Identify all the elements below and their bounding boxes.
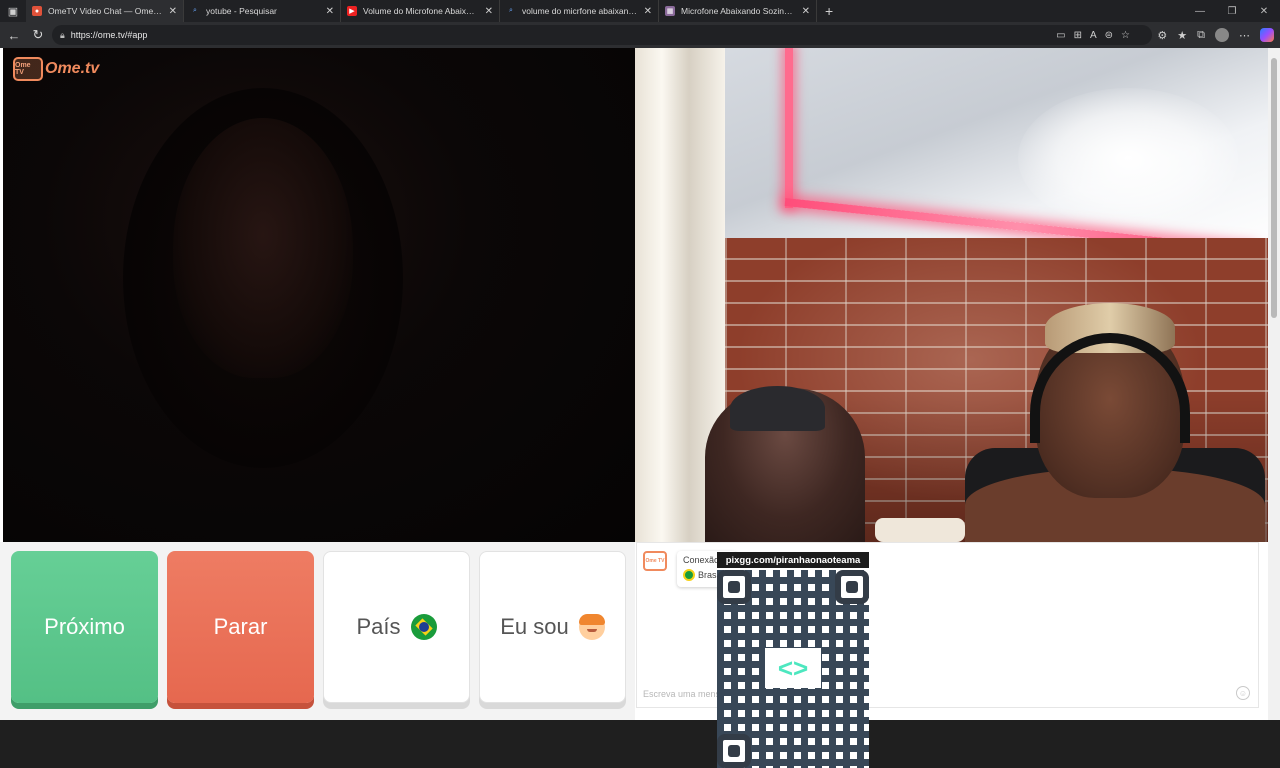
tab-title: volume do micrfone abaixando s xyxy=(522,6,638,16)
copilot-icon[interactable] xyxy=(1260,28,1274,42)
brazil-flag-icon xyxy=(683,569,695,581)
tab-title: yotube - Pesquisar xyxy=(206,6,277,16)
address-bar[interactable]: 🔒︎ https://ome.tv/#app xyxy=(52,25,1152,45)
close-tab-icon[interactable]: ✕ xyxy=(326,6,334,17)
tab-youtube-video[interactable]: ▶ Volume do Microfone Abaixando ✕ xyxy=(341,0,500,22)
lock-icon: 🔒︎ xyxy=(60,29,65,40)
qr-finder xyxy=(717,570,751,604)
control-panel: Próximo Parar País Eu sou xyxy=(0,542,635,720)
read-aloud-icon[interactable]: A xyxy=(1090,30,1097,41)
next-button-label: Próximo xyxy=(44,614,125,639)
chat-ometv-icon: Ome TV xyxy=(643,551,667,571)
self-video xyxy=(635,48,1268,542)
tab-search-youtube[interactable]: ⌕ yotube - Pesquisar ✕ xyxy=(184,0,341,22)
tab-bar: ▣ ● OmeTV Video Chat — Omegle ✕ ⌕ yotube… xyxy=(0,0,1280,22)
close-window-icon[interactable]: ✕ xyxy=(1248,0,1280,22)
pixgg-logo-icon: <> xyxy=(765,648,821,688)
ometv-logo[interactable]: Ome TV Ome.tv xyxy=(13,57,99,81)
emoji-icon[interactable]: ☺ xyxy=(1236,686,1250,700)
led-strip-vertical xyxy=(785,48,793,208)
youtube-favicon-icon: ▶ xyxy=(347,6,357,16)
more-menu-icon[interactable]: ⋯ xyxy=(1239,29,1250,42)
extensions-icon[interactable]: ⚙ xyxy=(1157,29,1167,42)
address-bar-actions: ▭ ⊞ A ⊜ ☆ xyxy=(1056,25,1130,45)
close-tab-icon[interactable]: ✕ xyxy=(485,6,493,17)
page-scrollbar[interactable] xyxy=(1268,48,1280,720)
country-button-label: País xyxy=(356,614,401,639)
qr-code-label: pixgg.com/piranhaonaoteama xyxy=(717,552,869,568)
favorite-star-icon[interactable]: ☆ xyxy=(1121,30,1130,41)
camera-permission-icon[interactable]: ▭ xyxy=(1056,30,1065,41)
tab-actions-icon[interactable]: ▣ xyxy=(0,0,26,22)
app-available-icon[interactable]: ⊞ xyxy=(1074,30,1082,41)
boy-icon xyxy=(578,614,605,640)
translate-icon[interactable]: ⊜ xyxy=(1105,30,1113,41)
tab-title: Microfone Abaixando Sozinho (S xyxy=(681,6,796,16)
qr-finder xyxy=(717,734,751,768)
ometv-page: Ome TV Ome.tv Próximo Parar País Eu sou … xyxy=(0,48,1268,768)
partner-face xyxy=(173,118,353,378)
favorites-icon[interactable]: ★ xyxy=(1177,29,1187,42)
address-bar-row: ← ↻ 🔒︎ https://ome.tv/#app ▭ ⊞ A ⊜ ☆ ⚙ ★… xyxy=(0,22,1280,48)
tab-microphone-article[interactable]: ▦ Microfone Abaixando Sozinho (S ✕ xyxy=(659,0,817,22)
window-controls: — ❐ ✕ xyxy=(1184,0,1280,22)
close-tab-icon[interactable]: ✕ xyxy=(644,6,652,17)
ceiling-light xyxy=(1018,88,1238,228)
gender-button[interactable]: Eu sou xyxy=(479,551,626,703)
profile-avatar[interactable] xyxy=(1215,28,1229,42)
partner-video: Ome TV Ome.tv xyxy=(3,48,635,542)
gender-button-label: Eu sou xyxy=(500,614,569,639)
url-text: https://ome.tv/#app xyxy=(70,30,148,40)
new-tab-button[interactable]: + xyxy=(817,3,841,19)
stop-button[interactable]: Parar xyxy=(167,551,314,703)
stop-button-label: Parar xyxy=(213,614,268,639)
back-icon[interactable]: ← xyxy=(2,23,26,47)
pillow xyxy=(875,518,965,542)
qr-finder xyxy=(835,570,869,604)
ometv-logo-text: Ome.tv xyxy=(45,60,100,77)
scrollbar-thumb[interactable] xyxy=(1271,58,1277,318)
close-tab-icon[interactable]: ✕ xyxy=(802,6,810,17)
brazil-flag-icon xyxy=(410,614,437,640)
search-favicon-icon: ⌕ xyxy=(509,7,513,14)
search-favicon-icon: ⌕ xyxy=(193,7,197,14)
close-tab-icon[interactable]: ✕ xyxy=(169,6,177,17)
cap xyxy=(730,386,825,431)
next-button[interactable]: Próximo xyxy=(11,551,158,703)
qr-code-overlay: pixgg.com/piranhaonaoteama <> xyxy=(717,552,869,768)
tab-title: OmeTV Video Chat — Omegle xyxy=(48,6,163,16)
qr-code: <> xyxy=(717,570,869,768)
tab-title: Volume do Microfone Abaixando xyxy=(363,6,479,16)
maximize-icon[interactable]: ❐ xyxy=(1216,0,1248,22)
tab-ometv[interactable]: ● OmeTV Video Chat — Omegle ✕ xyxy=(26,0,184,22)
tab-search-microphone[interactable]: ⌕ volume do micrfone abaixando s ✕ xyxy=(500,0,659,22)
toolbar-extensions: ⚙ ★ ⧉ ⋯ xyxy=(1157,25,1274,45)
country-button[interactable]: País xyxy=(323,551,470,703)
minimize-icon[interactable]: — xyxy=(1184,0,1216,22)
ometv-logo-icon: Ome TV xyxy=(13,57,43,81)
ometv-favicon-icon: ● xyxy=(32,6,42,16)
site-favicon-icon: ▦ xyxy=(665,6,675,16)
collections-icon[interactable]: ⧉ xyxy=(1197,29,1205,42)
refresh-icon[interactable]: ↻ xyxy=(26,23,50,47)
